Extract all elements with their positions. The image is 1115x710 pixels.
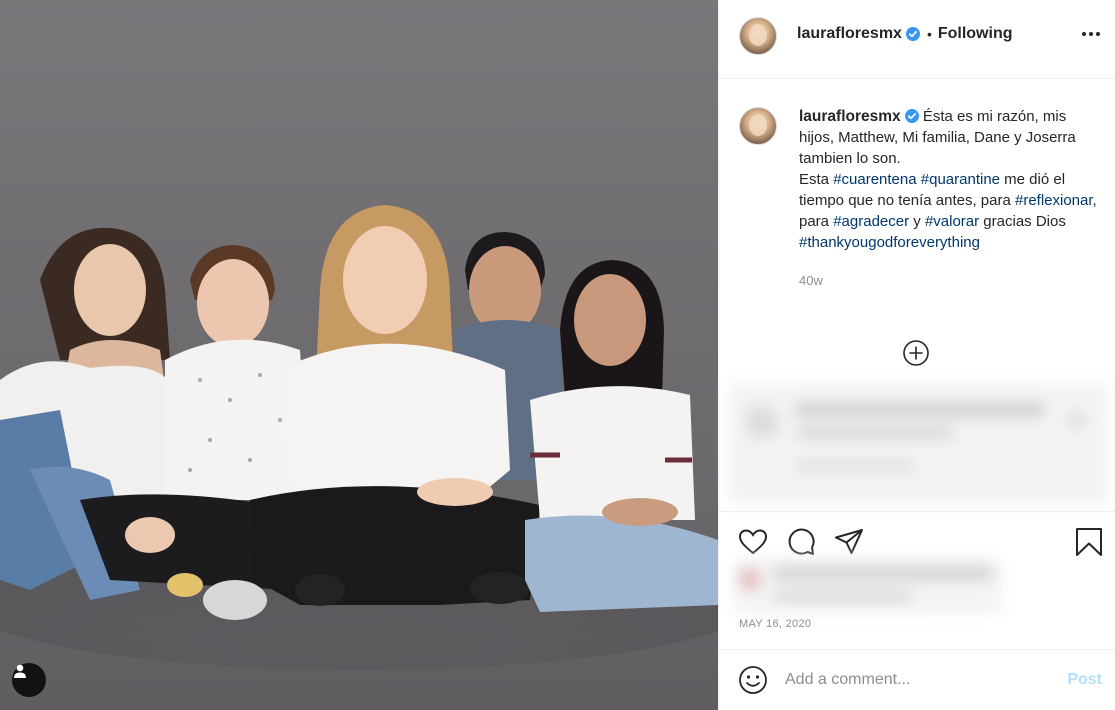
separator-dot: •: [926, 26, 932, 42]
more-options-icon: [1082, 32, 1086, 36]
hashtag-link[interactable]: #cuarentena: [833, 171, 916, 188]
post-side-panel: laurafloresmx • Following laurafloresmx …: [718, 0, 1115, 710]
more-options-icon: [1096, 32, 1100, 36]
heart-icon[interactable]: [737, 526, 769, 558]
hashtag-link[interactable]: #valorar: [925, 213, 979, 230]
person-5-figure: [525, 260, 718, 612]
family-photo-illustration: [0, 205, 718, 670]
hashtag-link[interactable]: #agradecer: [833, 213, 909, 230]
verified-badge-icon: [904, 109, 919, 123]
caption-text-fragment: y: [909, 213, 925, 230]
emoji-smile-icon[interactable]: [737, 664, 769, 696]
post-photo[interactable]: [0, 0, 718, 710]
caption-username[interactable]: laurafloresmx: [799, 108, 901, 125]
paper-plane-icon[interactable]: [833, 526, 865, 558]
caption-text: laurafloresmx Ésta es mi razón, mis hijo…: [799, 106, 1099, 291]
bookmark-icon[interactable]: [1073, 526, 1105, 558]
caption-timestamp[interactable]: 40w: [799, 270, 1099, 291]
blurred-comments-area: [729, 383, 1109, 503]
more-options-icon: [1089, 32, 1093, 36]
hashtag-link[interactable]: #reflexionar: [1015, 192, 1093, 209]
avatar[interactable]: [739, 107, 777, 145]
caption-text-fragment: gracias Dios: [979, 213, 1066, 230]
add-comment-form: Post: [719, 649, 1115, 710]
comment-bubble-icon[interactable]: [785, 526, 817, 558]
caption-text-fragment: Esta: [799, 171, 834, 188]
avatar[interactable]: [739, 17, 777, 55]
plus-circle-icon[interactable]: [902, 339, 930, 367]
verified-badge-icon: [905, 27, 920, 41]
author-username[interactable]: laurafloresmx: [797, 25, 902, 43]
post-header: laurafloresmx • Following: [719, 0, 1115, 79]
instagram-post-modal: laurafloresmx • Following laurafloresmx …: [0, 0, 1115, 710]
post-caption: laurafloresmx Ésta es mi razón, mis hijo…: [739, 106, 1109, 291]
post-comment-button[interactable]: Post: [1067, 671, 1102, 689]
following-button[interactable]: Following: [938, 25, 1013, 43]
user-tags-button[interactable]: [12, 663, 46, 697]
blurred-likes-area: [733, 558, 1003, 614]
more-options-button[interactable]: [1080, 26, 1102, 42]
comment-input[interactable]: [783, 670, 1068, 690]
hashtag-link[interactable]: #thankyougodforeverything: [799, 234, 980, 251]
post-date[interactable]: MAY 16, 2020: [739, 618, 811, 630]
user-tags-icon: [14, 664, 26, 678]
hashtag-link[interactable]: #quarantine: [921, 171, 1000, 188]
